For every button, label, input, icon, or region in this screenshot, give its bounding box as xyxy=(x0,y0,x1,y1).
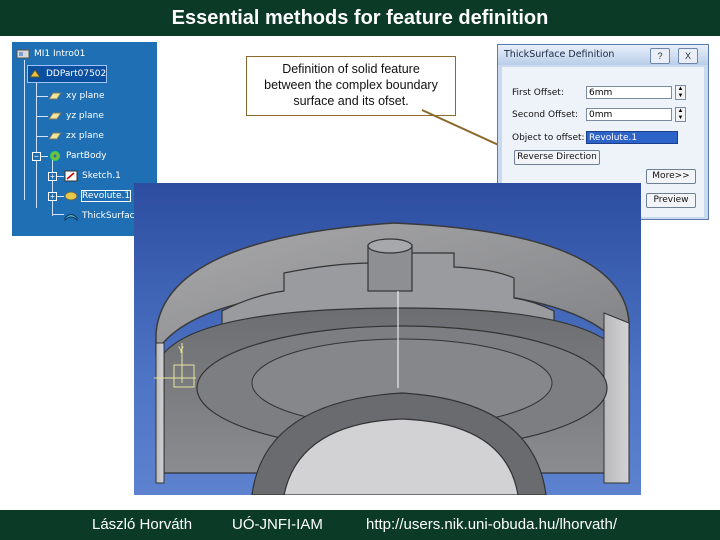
tree-label-xy-plane: xy plane xyxy=(66,91,105,101)
tree-item-xy-plane[interactable]: xy plane xyxy=(48,88,104,104)
callout-line-2: between the complex boundary xyxy=(264,78,438,92)
plane-icon xyxy=(48,90,62,102)
first-offset-input[interactable]: 6mm xyxy=(586,86,672,99)
callout-line-3: surface and its ofset. xyxy=(293,94,409,108)
callout-line-1: Definition of solid feature xyxy=(282,62,420,76)
tree-label-part: DDPart07502 xyxy=(46,69,107,79)
svg-text:Y: Y xyxy=(178,345,184,355)
first-offset-label: First Offset: xyxy=(512,88,564,98)
close-button[interactable]: X xyxy=(678,48,698,64)
plane-icon xyxy=(48,130,62,142)
3d-viewport[interactable]: Y xyxy=(134,183,641,495)
plane-icon xyxy=(48,110,62,122)
slide-title: Essential methods for feature definition xyxy=(171,7,549,29)
tree-label-sketch: Sketch.1 xyxy=(82,171,121,181)
tree-item-sketch[interactable]: Sketch.1 xyxy=(64,168,121,184)
tree-item-zx-plane[interactable]: zx plane xyxy=(48,128,104,144)
tree-label-zx-plane: zx plane xyxy=(66,131,104,141)
tree-label-product: MI1 Intro01 xyxy=(34,49,86,59)
first-offset-spinner[interactable]: ▲ ▼ xyxy=(675,85,686,100)
tree-item-revolute[interactable]: Revolute.1 xyxy=(64,188,132,204)
dialog-titlebar: ThickSurface Definition ? X xyxy=(498,45,708,65)
footer-author: László Horváth xyxy=(92,516,193,533)
reverse-direction-button[interactable]: Reverse Direction xyxy=(514,150,600,165)
object-to-offset-label: Object to offset: xyxy=(512,133,585,143)
preview-button[interactable]: Preview xyxy=(646,193,696,208)
tree-item-partbody[interactable]: PartBody xyxy=(48,148,107,164)
help-button[interactable]: ? xyxy=(650,48,670,64)
callout-box: Definition of solid feature between the … xyxy=(246,56,456,116)
tree-item-thicksurface[interactable]: ThickSurface xyxy=(64,208,140,224)
tree-label-yz-plane: yz plane xyxy=(66,111,104,121)
second-offset-label: Second Offset: xyxy=(512,110,579,120)
tree-label-partbody: PartBody xyxy=(66,151,107,161)
sketch-icon xyxy=(64,170,78,182)
second-offset-spinner[interactable]: ▲ ▼ xyxy=(675,107,686,122)
footer-institute: UÓ-JNFI-IAM xyxy=(232,516,323,533)
tree-item-part[interactable]: DDPart07502 xyxy=(26,65,108,83)
gear-icon xyxy=(48,150,62,162)
object-to-offset-field[interactable]: Revolute.1 xyxy=(586,131,678,144)
second-offset-input[interactable]: 0mm xyxy=(586,108,672,121)
tree-label-thicksurface: ThickSurface xyxy=(82,211,141,221)
dialog-title: ThickSurface Definition xyxy=(504,49,615,60)
thick-surface-icon xyxy=(64,210,78,222)
more-button[interactable]: More>> xyxy=(646,169,696,184)
revolute-icon xyxy=(64,190,78,202)
part-icon xyxy=(28,68,42,80)
tree-item-product[interactable]: MI1 Intro01 xyxy=(16,46,85,62)
footer-url[interactable]: http://users.nik.uni-obuda.hu/lhorvath/ xyxy=(366,510,617,540)
product-icon xyxy=(16,48,30,60)
thicksurface-model: Y xyxy=(154,222,630,495)
tree-item-yz-plane[interactable]: yz plane xyxy=(48,108,104,124)
tree-label-revolute: Revolute.1 xyxy=(80,190,132,202)
